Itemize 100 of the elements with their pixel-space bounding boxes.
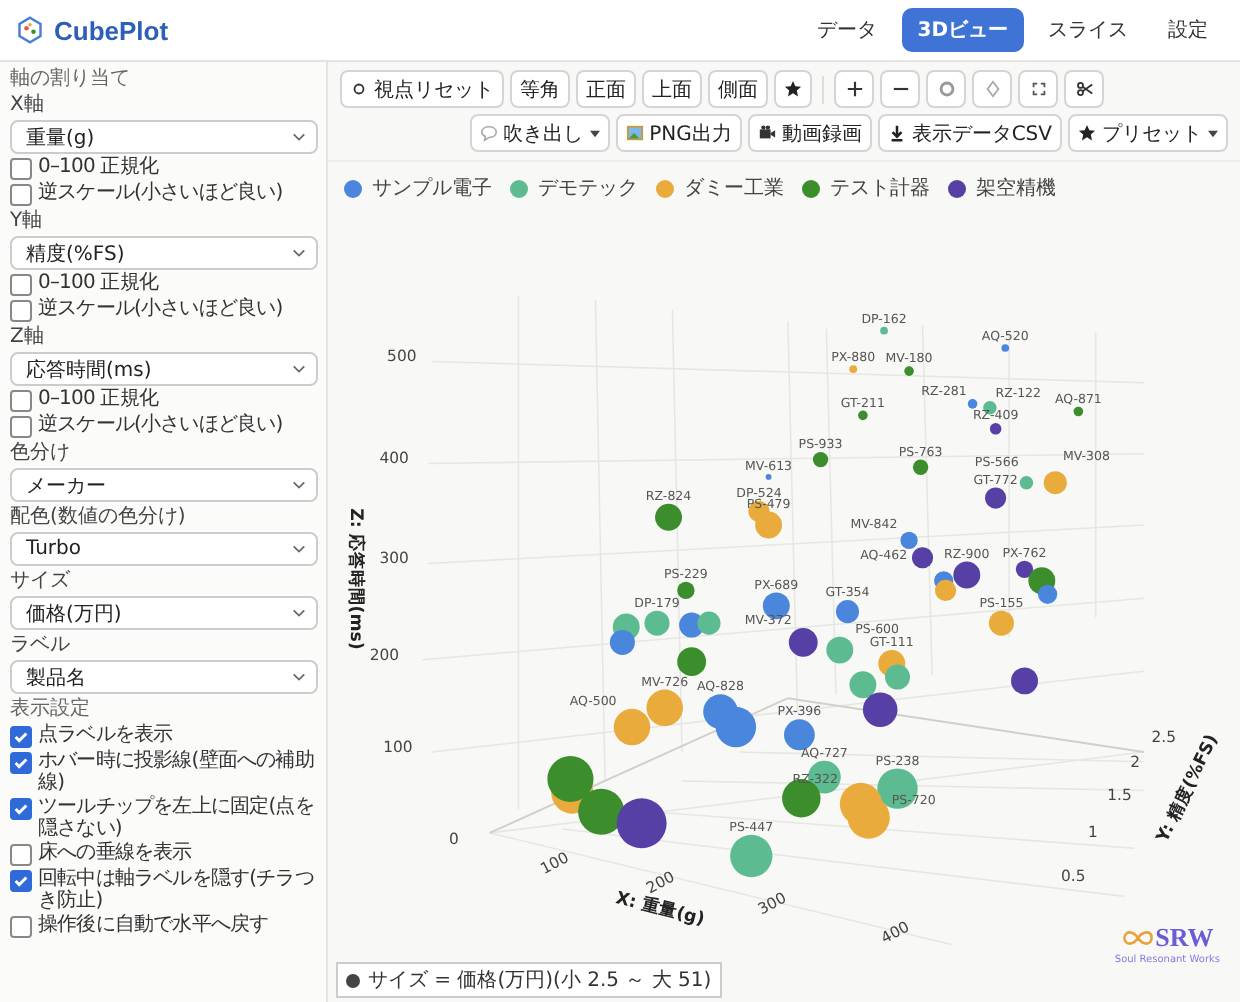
star-icon — [1078, 124, 1096, 142]
checkbox-label: 逆スケール(小さいほど良い) — [38, 182, 283, 204]
data-point[interactable] — [912, 459, 929, 475]
checkbox[interactable] — [10, 798, 32, 820]
data-point[interactable] — [697, 611, 721, 635]
checkbox[interactable] — [10, 300, 32, 322]
data-point[interactable] — [715, 706, 757, 748]
checkbox-label: ツールチップを左上に固定(点を隠さない) — [38, 796, 316, 840]
checkbox[interactable] — [10, 158, 32, 180]
data-point[interactable] — [609, 629, 635, 655]
data-point[interactable] — [862, 692, 898, 728]
view-button[interactable]: 上面 — [642, 70, 702, 108]
data-point[interactable] — [812, 451, 829, 468]
checkbox-label: 0–100 正規化 — [38, 272, 159, 294]
action-button[interactable]: プリセット — [1068, 114, 1228, 152]
chevron-down-icon — [292, 608, 306, 618]
data-point[interactable] — [677, 581, 695, 600]
data-point[interactable] — [967, 399, 978, 409]
legend-label[interactable]: テスト計器 — [830, 174, 930, 202]
checkbox-label: 回転中は軸ラベルを隠す(チラつき防止) — [38, 868, 316, 912]
data-point[interactable] — [1015, 560, 1034, 578]
legend-label[interactable]: デモテック — [538, 174, 638, 202]
checkbox[interactable] — [10, 274, 32, 296]
data-point[interactable] — [655, 503, 683, 531]
checkbox[interactable] — [10, 844, 32, 866]
nav-tab[interactable]: 3Dビュー — [901, 8, 1024, 52]
data-point[interactable] — [953, 561, 981, 589]
dropdown-select[interactable]: 製品名 — [10, 660, 318, 694]
data-point[interactable] — [788, 627, 818, 657]
speech-bubble-icon — [479, 124, 498, 142]
nav-tab[interactable]: データ — [801, 8, 894, 52]
tool-button[interactable] — [1064, 70, 1104, 108]
checkbox[interactable] — [10, 870, 32, 892]
checkbox[interactable] — [10, 726, 32, 748]
checkbox[interactable] — [10, 184, 32, 206]
checkbox[interactable] — [10, 916, 32, 938]
action-button[interactable]: 吹き出し — [469, 114, 610, 152]
legend-label[interactable]: サンプル電子 — [372, 174, 492, 202]
field-label: X軸 — [10, 94, 46, 118]
chevron-down-icon — [292, 544, 306, 554]
data-point[interactable] — [849, 671, 877, 699]
view-button[interactable] — [774, 70, 812, 108]
axis-select[interactable]: 精度(%FS) — [10, 236, 318, 270]
y-tick-label: 2.5 — [1151, 728, 1176, 747]
data-point[interactable] — [989, 423, 1002, 435]
frame-corners-icon — [1029, 80, 1047, 98]
caret-icon — [589, 129, 600, 137]
nav-tab[interactable]: 設定 — [1152, 8, 1224, 52]
checkbox[interactable] — [10, 752, 32, 774]
checkbox[interactable] — [10, 390, 32, 412]
view-button[interactable]: 視点リセット — [340, 70, 504, 108]
nav-tab[interactable]: スライス — [1032, 8, 1144, 52]
checkbox-label: 操作後に自動で水平へ戻す — [38, 914, 269, 936]
field-label: サイズ — [10, 570, 72, 594]
data-point[interactable] — [1001, 344, 1010, 352]
chevron-down-icon — [292, 364, 306, 374]
view-button[interactable]: 側面 — [708, 70, 768, 108]
y-tick-label: 0.5 — [1061, 867, 1086, 885]
axis-select[interactable]: 応答時間(ms) — [10, 352, 318, 386]
data-point[interactable] — [1011, 667, 1038, 695]
data-point[interactable] — [911, 547, 934, 569]
data-point[interactable] — [900, 531, 918, 550]
tool-button[interactable] — [834, 70, 874, 108]
checkbox[interactable] — [10, 416, 32, 438]
data-point[interactable] — [904, 366, 914, 376]
data-point[interactable] — [765, 474, 772, 480]
app-name: CubePlot — [54, 15, 169, 45]
data-point[interactable] — [784, 719, 815, 751]
view-button[interactable]: 正面 — [576, 70, 636, 108]
dropdown-select[interactable]: Turbo — [10, 532, 318, 566]
view-button[interactable]: 等角 — [510, 70, 570, 108]
checkbox-label: 点ラベルを表示 — [38, 724, 173, 746]
z-tick-label: 400 — [379, 449, 409, 468]
data-point[interactable] — [935, 579, 957, 602]
legend-label[interactable]: 架空精機 — [976, 174, 1056, 202]
data-point[interactable] — [858, 410, 868, 421]
data-point[interactable] — [1037, 584, 1058, 604]
video-camera-icon — [757, 124, 776, 142]
dropdown-select[interactable]: 価格(万円) — [10, 596, 318, 630]
dropdown-select[interactable]: メーカー — [10, 468, 318, 502]
data-point[interactable] — [677, 647, 707, 677]
picture-icon — [625, 124, 644, 142]
y-tick-label: 1.5 — [1107, 786, 1132, 805]
data-point[interactable] — [578, 788, 625, 835]
y-tick-label: 1 — [1088, 822, 1098, 841]
axis-select[interactable]: 重量(g) — [10, 120, 318, 154]
data-point[interactable] — [835, 600, 860, 624]
data-point[interactable] — [547, 755, 594, 803]
action-button[interactable]: 表示データCSV — [877, 114, 1062, 152]
size-legend-text: サイズ = 価格(万円)(小 2.5 ～ 大 51) — [368, 967, 712, 994]
legend-label[interactable]: ダミー工業 — [684, 174, 784, 202]
diamond-icon — [983, 80, 1001, 98]
data-point[interactable] — [616, 798, 667, 849]
chevron-down-icon — [292, 672, 306, 682]
data-point[interactable] — [1073, 406, 1084, 417]
section-heading: 表示設定 — [10, 698, 92, 722]
action-button[interactable]: 動画録画 — [747, 114, 872, 152]
checkbox-label: 床への垂線を表示 — [38, 842, 192, 864]
data-point[interactable] — [985, 487, 1007, 509]
action-button[interactable]: PNG出力 — [615, 114, 742, 152]
